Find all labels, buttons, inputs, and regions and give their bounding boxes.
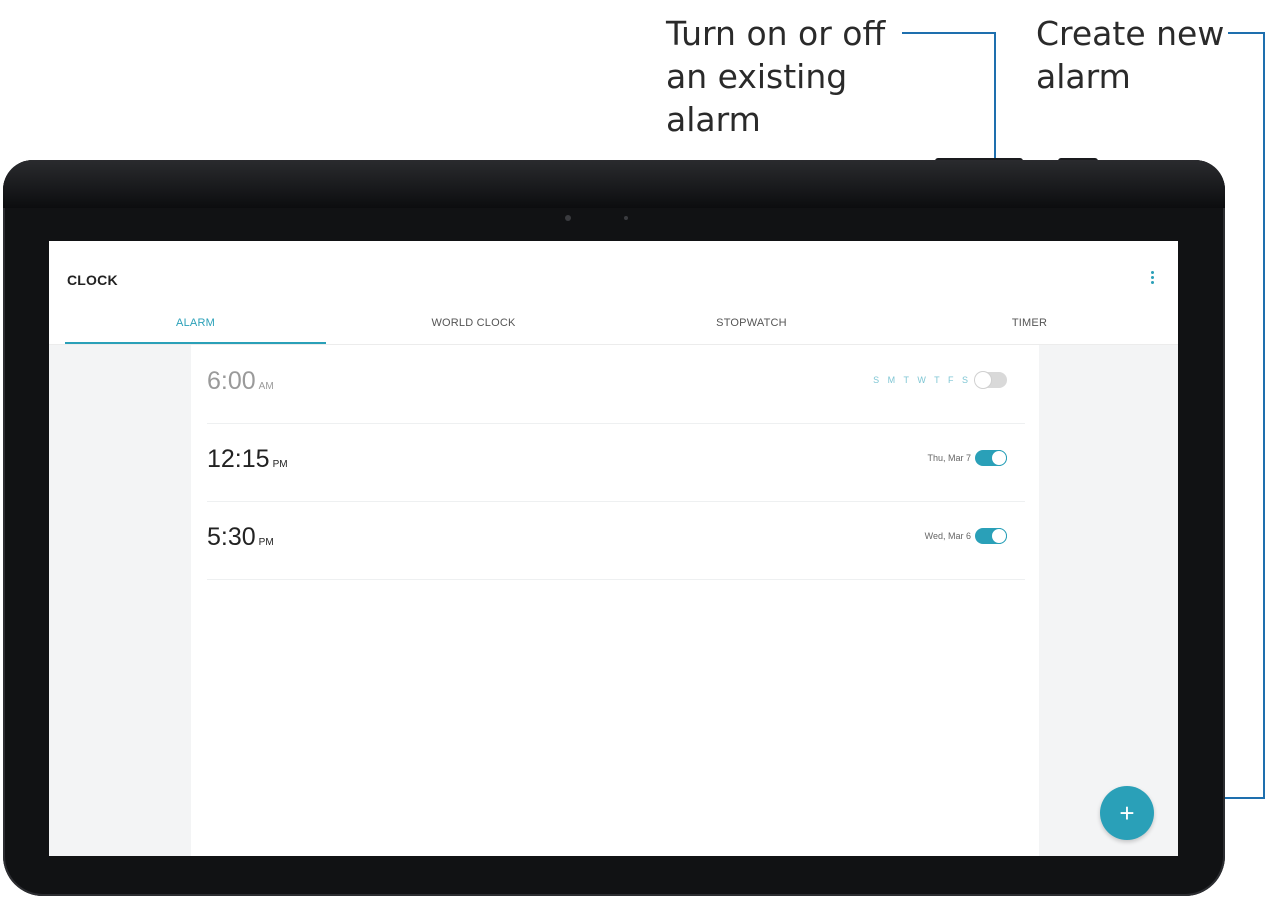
tablet-top-band [3, 160, 1225, 208]
alarm-time-value: 5:30 [207, 523, 256, 551]
tab-timer[interactable]: TIMER [899, 311, 1160, 345]
more-options-icon[interactable] [1147, 271, 1157, 287]
alarm-row[interactable]: 5:30 PM Wed, Mar 6 [207, 501, 1025, 580]
alarm-time-value: 12:15 [207, 445, 270, 473]
alarm-ampm: AM [258, 381, 274, 392]
alarm-toggle[interactable] [975, 372, 1007, 388]
alarm-date: Wed, Mar 6 [924, 531, 971, 541]
tab-world-clock[interactable]: WORLD CLOCK [343, 311, 604, 345]
alarm-ampm: PM [258, 537, 274, 548]
alarm-time: 6:00 AM [207, 367, 274, 396]
callout-toggle-alarm: Turn on or off an existing alarm [666, 14, 886, 139]
alarm-row[interactable]: 6:00 AM S M T W T F S [207, 345, 1025, 424]
add-alarm-button[interactable]: + [1100, 786, 1154, 840]
alarm-repeat-days: S M T W T F S [873, 375, 971, 385]
alarm-time: 5:30 PM [207, 523, 274, 552]
alarm-time-value: 6:00 [207, 367, 256, 395]
tab-alarm[interactable]: ALARM [65, 311, 326, 345]
alarm-row[interactable]: 12:15 PM Thu, Mar 7 [207, 423, 1025, 502]
tablet-screen: CLOCK ALARM WORLD CLOCK STOPWATCH TIMER … [49, 241, 1178, 856]
callout-line-toggle-h [902, 32, 996, 34]
alarm-ampm: PM [272, 459, 288, 470]
camera-icon [565, 215, 571, 221]
toggle-knob [991, 450, 1007, 466]
tab-bar: ALARM WORLD CLOCK STOPWATCH TIMER [65, 311, 1178, 345]
sensor-icon [624, 216, 628, 220]
add-icon: + [1119, 798, 1135, 828]
callout-line-create-h [1228, 32, 1265, 34]
alarm-toggle[interactable] [975, 528, 1007, 544]
right-margin-panel [1039, 345, 1178, 856]
alarm-list: 6:00 AM S M T W T F S 12:15 PM Thu, Mar 7 … [191, 345, 1039, 856]
left-margin-panel [49, 345, 191, 856]
tab-stopwatch[interactable]: STOPWATCH [621, 311, 882, 345]
callout-create-alarm: Create new alarm [1036, 14, 1225, 96]
alarm-toggle[interactable] [975, 450, 1007, 466]
toggle-knob [991, 528, 1007, 544]
alarm-date: Thu, Mar 7 [927, 453, 971, 463]
app-title: CLOCK [67, 272, 118, 288]
toggle-knob [975, 372, 991, 388]
alarm-time: 12:15 PM [207, 445, 288, 474]
